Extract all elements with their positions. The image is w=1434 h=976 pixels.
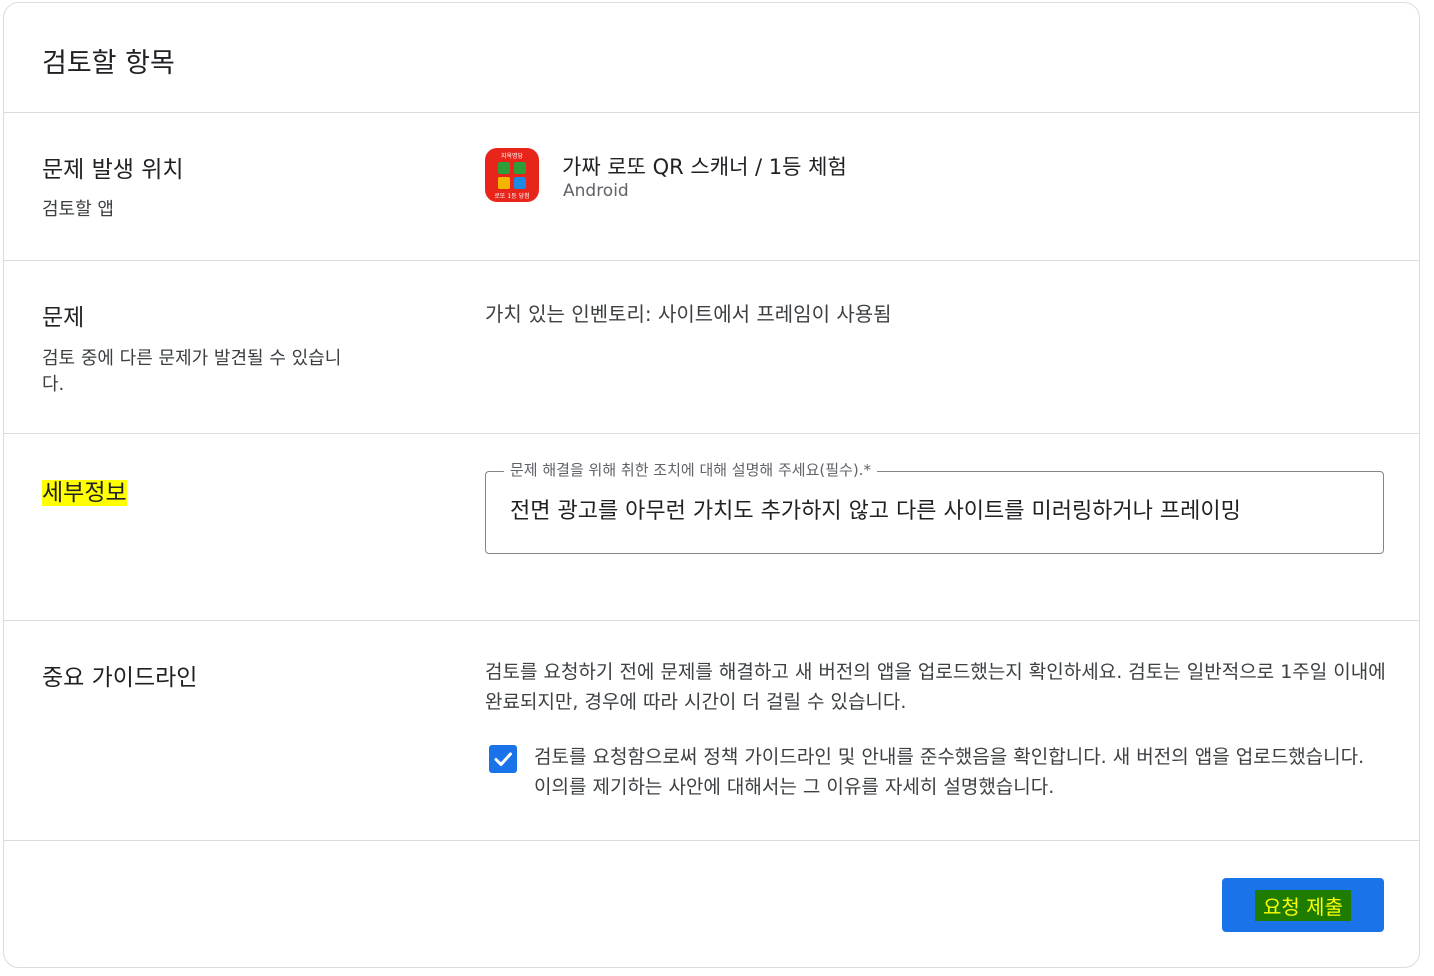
divider [4, 620, 1419, 621]
confirm-checkbox[interactable] [489, 745, 517, 773]
details-label: 세부정보 [42, 473, 127, 507]
app-icon-tile [514, 177, 526, 189]
divider [4, 112, 1419, 113]
divider [4, 840, 1419, 841]
guidelines-label: 중요 가이드라인 [42, 665, 198, 691]
app-icon-bottom-text: 로또 1등 당첨 [494, 193, 530, 200]
app-icon-tile [498, 162, 510, 174]
guidelines-text: 검토를 요청하기 전에 문제를 해결하고 새 버전의 앱을 업로드했는지 확인하… [485, 661, 1386, 713]
confirm-checkbox-label: 검토를 요청함으로써 정책 가이드라인 및 안내를 준수했음을 확인합니다. 새… [534, 746, 1365, 798]
app-icon-tile [498, 177, 510, 189]
page-title: 검토할 항목 [42, 48, 175, 79]
divider [4, 260, 1419, 261]
divider [4, 433, 1419, 434]
app-icon-top-text: 지옥명당 [500, 153, 524, 160]
issue-sublabel: 검토 중에 다른 문제가 발견될 수 있습니다. [42, 348, 342, 395]
details-field-label: 문제 해결을 위해 취한 조치에 대해 설명해 주세요(필수).* [504, 459, 877, 480]
check-icon [494, 752, 512, 766]
details-label-text: 세부정보 [42, 480, 127, 506]
review-card: 검토할 항목 문제 발생 위치 검토할 앱 지옥명당 로또 1등 당첨 가짜 로… [3, 2, 1420, 968]
details-field[interactable]: 문제 해결을 위해 취한 조치에 대해 설명해 주세요(필수).* [485, 459, 1384, 554]
issue-value: 가치 있는 인벤토리: 사이트에서 프레임이 사용됨 [485, 302, 892, 326]
location-label: 문제 발생 위치 [42, 157, 184, 183]
lotto-app-icon: 지옥명당 로또 1등 당첨 [485, 148, 539, 202]
app-name: 가짜 로또 QR 스캐너 / 1등 체험 [562, 155, 847, 179]
submit-button-label: 요청 제출 [1255, 889, 1351, 921]
location-sublabel: 검토할 앱 [42, 199, 114, 220]
submit-request-button[interactable]: 요청 제출 [1222, 878, 1384, 932]
app-platform: Android [563, 181, 629, 201]
app-icon-tile [514, 162, 526, 174]
details-input[interactable] [510, 496, 1370, 521]
issue-label: 문제 [42, 305, 85, 331]
